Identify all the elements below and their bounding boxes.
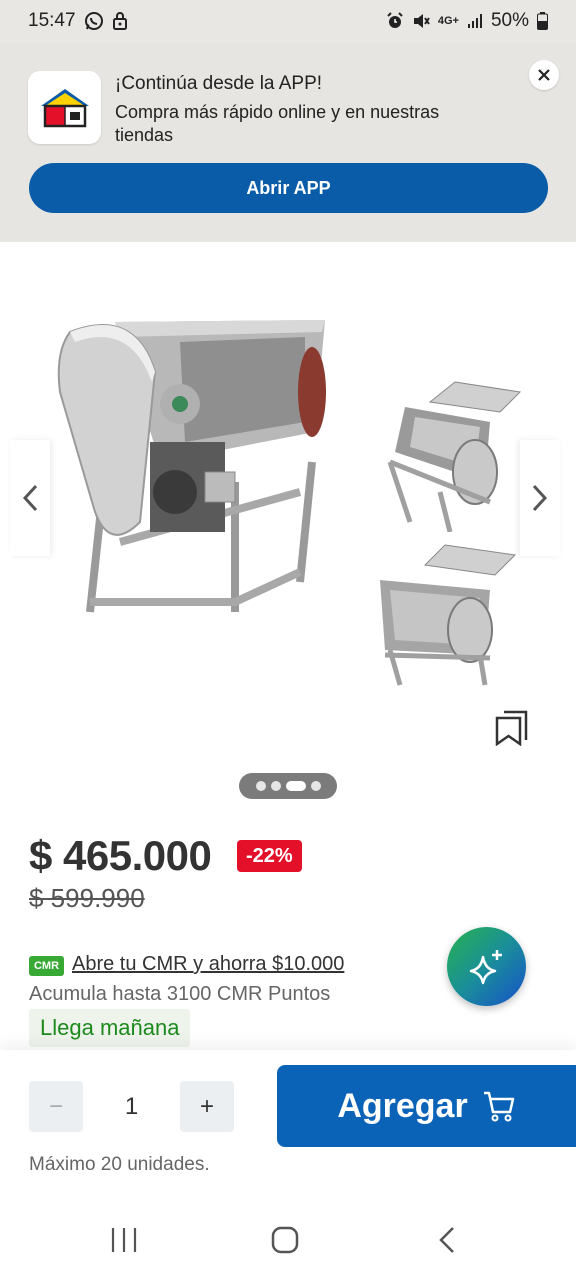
bookmark-stack-icon <box>495 710 528 746</box>
pager-dot[interactable] <box>270 781 281 791</box>
open-app-button[interactable]: Abrir APP <box>29 163 548 213</box>
price: $ 465.000 <box>29 832 212 879</box>
add-to-cart-button[interactable]: Agregar <box>277 1065 576 1147</box>
back-button[interactable] <box>427 1220 467 1260</box>
recent-apps-icon <box>111 1228 137 1252</box>
status-bar: 15:47 4G+ 50% <box>0 0 576 42</box>
battery-icon <box>537 12 548 30</box>
discount-badge: -22% <box>237 840 302 872</box>
network-label: 4G+ <box>437 14 459 27</box>
app-banner: ¡Continúa desde la APP! Compra más rápid… <box>0 42 576 242</box>
app-logo <box>28 71 101 144</box>
battery-percent: 50% <box>490 10 529 31</box>
product-thumbnail-1[interactable] <box>370 372 525 532</box>
home-icon <box>271 1226 299 1254</box>
product-thumbnail-2[interactable] <box>370 540 520 688</box>
signal-icon <box>467 13 483 29</box>
system-nav-bar <box>0 1200 576 1280</box>
banner-subtitle: Compra más rápido online y en nuestras t… <box>115 102 440 145</box>
status-time: 15:47 <box>28 10 76 31</box>
increase-quantity-button[interactable]: + <box>180 1081 234 1132</box>
product-main-image[interactable] <box>50 312 340 622</box>
gallery-next-button[interactable] <box>520 440 560 556</box>
pager-dot-active[interactable] <box>285 781 306 791</box>
close-banner-button[interactable] <box>529 60 559 90</box>
ai-assistant-button[interactable] <box>447 927 526 1006</box>
close-icon <box>538 69 550 81</box>
alarm-icon <box>386 12 404 30</box>
cart-icon <box>483 1091 514 1122</box>
product-gallery[interactable] <box>0 242 576 807</box>
cmr-points-text: Acumula hasta 3100 CMR Puntos <box>29 983 331 1005</box>
pager-dot[interactable] <box>255 781 266 791</box>
chevron-right-icon <box>532 484 548 512</box>
gallery-pager <box>239 773 337 799</box>
add-to-cart-bar: − 1 + Agregar Máximo 20 unidades. <box>0 1050 576 1200</box>
whatsapp-icon <box>84 11 104 31</box>
gallery-prev-button[interactable] <box>10 440 50 556</box>
cmr-badge: CMR <box>29 956 64 976</box>
lock-icon <box>112 11 128 31</box>
home-button[interactable] <box>265 1220 305 1260</box>
cmr-offer-link[interactable]: Abre tu CMR y ahorra $10.000 <box>72 953 344 976</box>
sparkle-icon <box>469 949 502 984</box>
add-to-cart-label: Agregar <box>337 1086 468 1125</box>
max-units-text: Máximo 20 unidades. <box>29 1154 210 1175</box>
recent-apps-button[interactable] <box>104 1220 144 1260</box>
back-icon <box>439 1227 454 1253</box>
quantity-value[interactable]: 1 <box>83 1081 180 1132</box>
decrease-quantity-button[interactable]: − <box>29 1081 83 1132</box>
mute-icon <box>412 12 430 30</box>
chevron-left-icon <box>22 484 38 512</box>
pager-dot[interactable] <box>310 781 321 791</box>
delivery-badge: Llega mañana <box>29 1009 191 1047</box>
old-price: $ 599.990 <box>29 883 145 913</box>
banner-title: ¡Continúa desde la APP! <box>115 73 323 94</box>
compare-button[interactable] <box>492 707 532 747</box>
house-logo-icon <box>40 88 89 127</box>
